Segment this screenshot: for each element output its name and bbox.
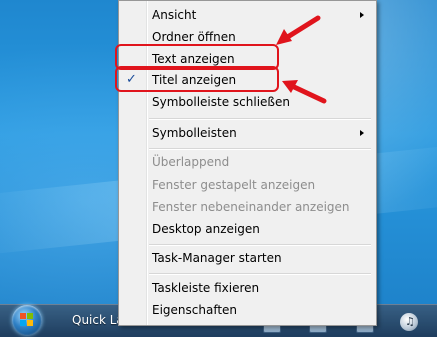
menu-item-symbolleisten[interactable]: Symbolleisten — [119, 122, 376, 144]
menu-item-label: Taskleiste fixieren — [152, 281, 260, 295]
start-button[interactable] — [12, 305, 42, 335]
menu-item-label: Überlappend — [152, 155, 230, 169]
menu-separator — [149, 244, 371, 246]
menu-item-ansicht[interactable]: Ansicht — [119, 4, 376, 26]
highlight-box-titel-anzeigen — [115, 66, 279, 92]
menu-item-eigenschaften[interactable]: Eigenschaften — [119, 299, 376, 321]
itunes-tray-icon[interactable]: ♫ — [400, 313, 418, 331]
menu-item-label: Symbolleisten — [152, 126, 237, 140]
menu-item-label: Task-Manager starten — [152, 251, 282, 265]
submenu-arrow-icon — [360, 12, 364, 18]
menu-separator — [149, 148, 371, 150]
menu-item-label: Desktop anzeigen — [152, 222, 260, 236]
annotation-arrow-icon — [282, 80, 327, 104]
menu-item-label: Symbolleiste schließen — [152, 95, 290, 109]
menu-item-task-manager[interactable]: Task-Manager starten — [119, 247, 376, 269]
menu-item-label: Ansicht — [152, 8, 197, 22]
menu-item-label: Fenster gestapelt anzeigen — [152, 178, 316, 192]
annotation-arrow-icon — [276, 15, 321, 45]
menu-item-taskleiste-fixieren[interactable]: Taskleiste fixieren — [119, 277, 376, 299]
submenu-arrow-icon — [360, 130, 364, 136]
menu-separator — [149, 118, 371, 120]
menu-item-fenster-gestapelt[interactable]: Fenster gestapelt anzeigen — [119, 174, 376, 196]
menu-item-ueberlappend[interactable]: Überlappend — [119, 151, 376, 173]
menu-item-fenster-nebeneinander[interactable]: Fenster nebeneinander anzeigen — [119, 196, 376, 218]
menu-item-symbolleiste-schliessen[interactable]: Symbolleiste schließen — [119, 91, 376, 113]
menu-item-label: Fenster nebeneinander anzeigen — [152, 200, 350, 214]
menu-item-desktop-anzeigen[interactable]: Desktop anzeigen — [119, 218, 376, 240]
menu-separator — [149, 273, 371, 275]
windows-logo-icon — [20, 313, 34, 327]
menu-item-label: Eigenschaften — [152, 303, 238, 317]
